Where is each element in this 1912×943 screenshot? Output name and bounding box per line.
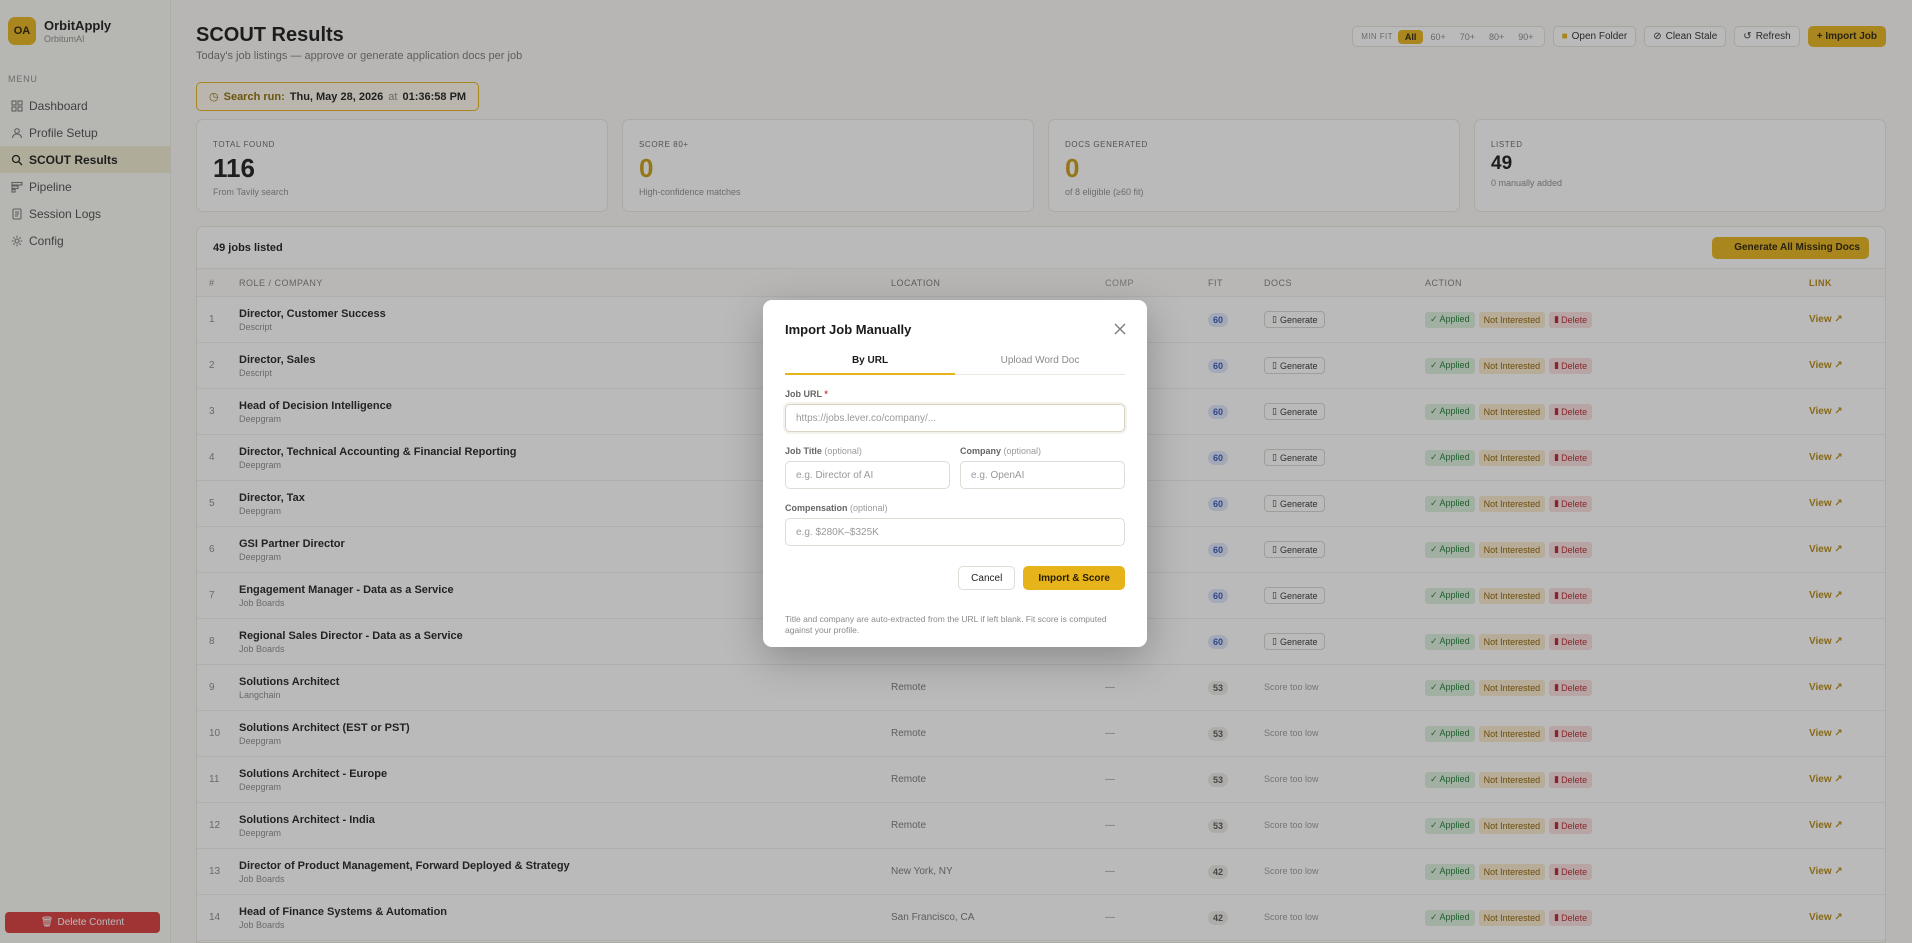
job-url-input[interactable]: https://jobs.lever.co/company/... bbox=[785, 404, 1125, 432]
modal-actions: Cancel Import & Score bbox=[785, 566, 1125, 590]
close-icon[interactable] bbox=[1113, 322, 1127, 336]
job-title-label: Job Title (optional) bbox=[785, 446, 950, 456]
import-job-modal: Import Job Manually By URL Upload Word D… bbox=[763, 300, 1147, 647]
company-input[interactable]: e.g. OpenAI bbox=[960, 461, 1125, 489]
job-url-label-text: Job URL bbox=[785, 389, 822, 399]
modal-tabs: By URL Upload Word Doc bbox=[785, 355, 1125, 375]
required-marker: * bbox=[824, 389, 828, 399]
cancel-button[interactable]: Cancel bbox=[958, 566, 1016, 590]
compensation-label-text: Compensation bbox=[785, 503, 848, 513]
compensation-input[interactable]: e.g. $280K–$325K bbox=[785, 518, 1125, 546]
tab-by-url[interactable]: By URL bbox=[785, 355, 955, 375]
optional-marker: (optional) bbox=[824, 446, 862, 456]
compensation-label: Compensation (optional) bbox=[785, 503, 1125, 513]
import-score-button[interactable]: Import & Score bbox=[1023, 566, 1125, 590]
job-title-input[interactable]: e.g. Director of AI bbox=[785, 461, 950, 489]
optional-marker: (optional) bbox=[1003, 446, 1042, 456]
company-label: Company (optional) bbox=[960, 446, 1125, 456]
modal-title: Import Job Manually bbox=[785, 322, 912, 337]
job-title-label-text: Job Title bbox=[785, 446, 822, 456]
job-url-label: Job URL * bbox=[785, 389, 1125, 399]
company-label-text: Company bbox=[960, 446, 1002, 456]
tab-upload-word-doc[interactable]: Upload Word Doc bbox=[955, 355, 1125, 374]
modal-help-text: Title and company are auto-extracted fro… bbox=[785, 614, 1107, 636]
optional-marker: (optional) bbox=[850, 503, 888, 513]
